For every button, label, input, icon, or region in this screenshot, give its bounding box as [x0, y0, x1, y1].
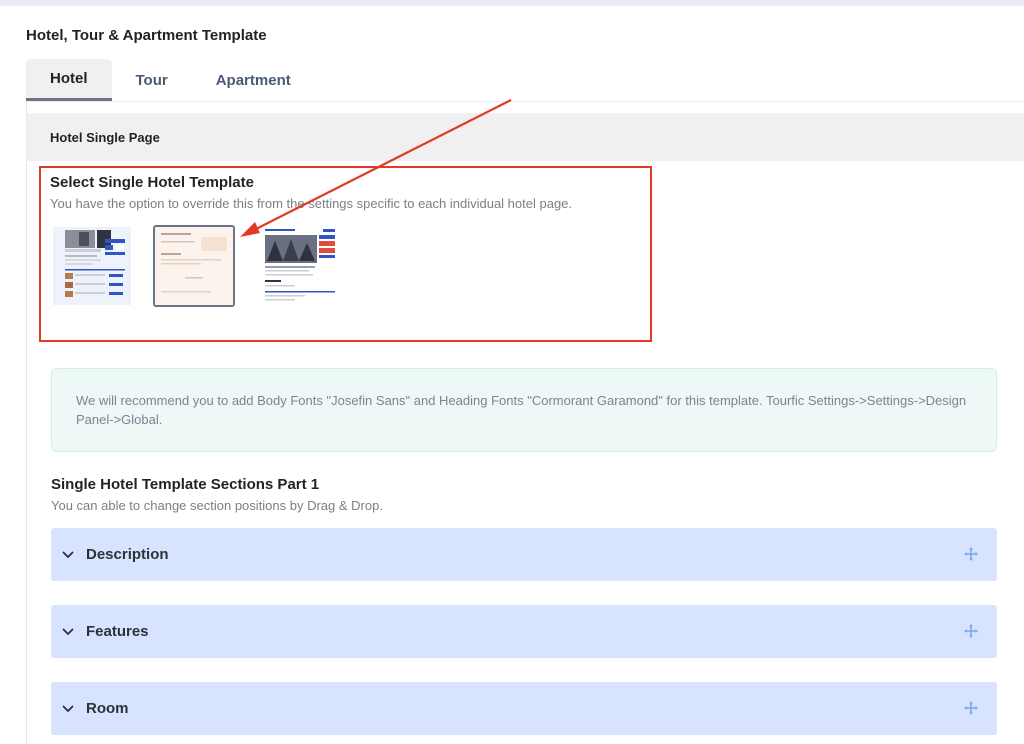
drag-move-icon[interactable] [963, 546, 979, 562]
font-recommendation-notice: We will recommend you to add Body Fonts … [51, 368, 997, 452]
sections-description: You can able to change section positions… [51, 498, 383, 513]
chevron-down-icon[interactable] [61, 548, 75, 562]
top-strip [0, 0, 1024, 6]
section-label: Description [86, 546, 169, 563]
chevron-down-icon[interactable] [61, 702, 75, 716]
template-option-1[interactable] [53, 227, 131, 305]
sections-title: Single Hotel Template Sections Part 1 [51, 476, 320, 493]
template-3-preview [261, 227, 339, 305]
drag-move-icon[interactable] [963, 623, 979, 639]
panel-header: Hotel Single Page [27, 113, 1024, 161]
template-2-preview [155, 227, 233, 305]
tab-apartment[interactable]: Apartment [192, 59, 315, 101]
section-label: Features [86, 623, 149, 640]
select-template-description: You have the option to override this fro… [50, 196, 573, 211]
hotel-settings-panel: Hotel Single Page Select Single Hotel Te… [26, 101, 1024, 744]
tab-apartment-label: Apartment [215, 71, 291, 89]
tab-hotel-label: Hotel [50, 70, 88, 87]
tab-tour[interactable]: Tour [112, 59, 192, 101]
template-option-3[interactable] [261, 227, 339, 305]
drag-move-icon[interactable] [963, 700, 979, 716]
select-template-title: Select Single Hotel Template [50, 174, 254, 191]
chevron-down-icon[interactable] [61, 625, 75, 639]
page-title: Hotel, Tour & Apartment Template [26, 27, 267, 44]
template-option-2-selected[interactable] [153, 225, 235, 307]
section-description[interactable]: Description [51, 528, 997, 581]
tab-tour-label: Tour [135, 71, 168, 89]
tab-hotel[interactable]: Hotel [26, 59, 112, 101]
section-features[interactable]: Features [51, 605, 997, 658]
template-tabs: Hotel Tour Apartment [26, 59, 315, 101]
template-1-preview [53, 227, 131, 305]
section-label: Room [86, 700, 129, 717]
section-room[interactable]: Room [51, 682, 997, 735]
